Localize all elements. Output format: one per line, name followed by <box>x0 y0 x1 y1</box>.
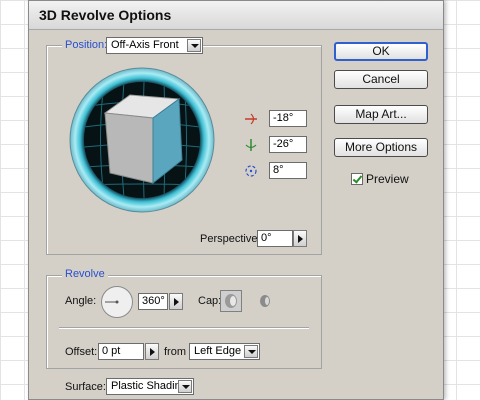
angle-dial[interactable] <box>100 285 134 319</box>
offset-input[interactable]: 0 pt <box>98 343 144 360</box>
trackball[interactable] <box>69 67 215 213</box>
perspective-input[interactable]: 0° <box>257 230 293 247</box>
y-axis-rotation-icon <box>245 139 257 151</box>
from-label: from <box>164 346 186 358</box>
angle-input[interactable]: 360° <box>138 293 168 310</box>
offset-stepper[interactable] <box>145 343 159 360</box>
surface-label: Surface: <box>65 381 106 393</box>
surface-select[interactable]: Plastic Shading <box>106 378 194 395</box>
map-art-button[interactable]: Map Art... <box>334 105 428 124</box>
cancel-button[interactable]: Cancel <box>334 70 428 89</box>
revolve-dialog: 3D Revolve Options Position: Off-Axis Fr… <box>28 0 444 400</box>
angle-label: Angle: <box>65 295 97 307</box>
angle-stepper[interactable] <box>169 293 183 310</box>
z-rotation-input[interactable]: 8° <box>269 162 307 179</box>
offset-label: Offset: <box>65 346 98 358</box>
surface-select-value: Plastic Shading <box>111 380 187 392</box>
position-legend: Position: <box>62 39 111 51</box>
x-axis-rotation-icon <box>245 113 257 125</box>
z-axis-rotation-icon <box>245 165 257 177</box>
y-rotation-input[interactable]: -26° <box>269 136 307 153</box>
more-options-button[interactable]: More Options <box>334 138 428 157</box>
cap-on-icon[interactable] <box>220 290 242 312</box>
position-preset-value: Off-Axis Front <box>111 39 179 51</box>
perspective-label: Perspective: <box>200 233 261 245</box>
position-preset-select[interactable]: Off-Axis Front <box>106 37 203 54</box>
cap-label: Cap: <box>198 295 222 307</box>
chevron-down-icon <box>187 39 201 52</box>
title-bar[interactable]: 3D Revolve Options <box>29 1 443 30</box>
from-select-value: Left Edge <box>194 345 242 357</box>
dialog-title: 3D Revolve Options <box>39 7 172 23</box>
preview-label: Preview <box>366 172 409 186</box>
revolve-legend: Revolve <box>62 268 108 280</box>
cap-off-icon[interactable] <box>257 293 273 309</box>
chevron-down-icon <box>178 380 192 393</box>
revolve-separator <box>59 327 309 328</box>
cube-left-face <box>104 112 154 184</box>
perspective-stepper[interactable] <box>293 230 307 247</box>
ok-button[interactable]: OK <box>334 42 428 61</box>
x-rotation-input[interactable]: -18° <box>269 110 307 127</box>
from-select[interactable]: Left Edge <box>189 343 260 360</box>
chevron-down-icon <box>244 345 258 358</box>
preview-checkbox[interactable] <box>351 173 363 185</box>
